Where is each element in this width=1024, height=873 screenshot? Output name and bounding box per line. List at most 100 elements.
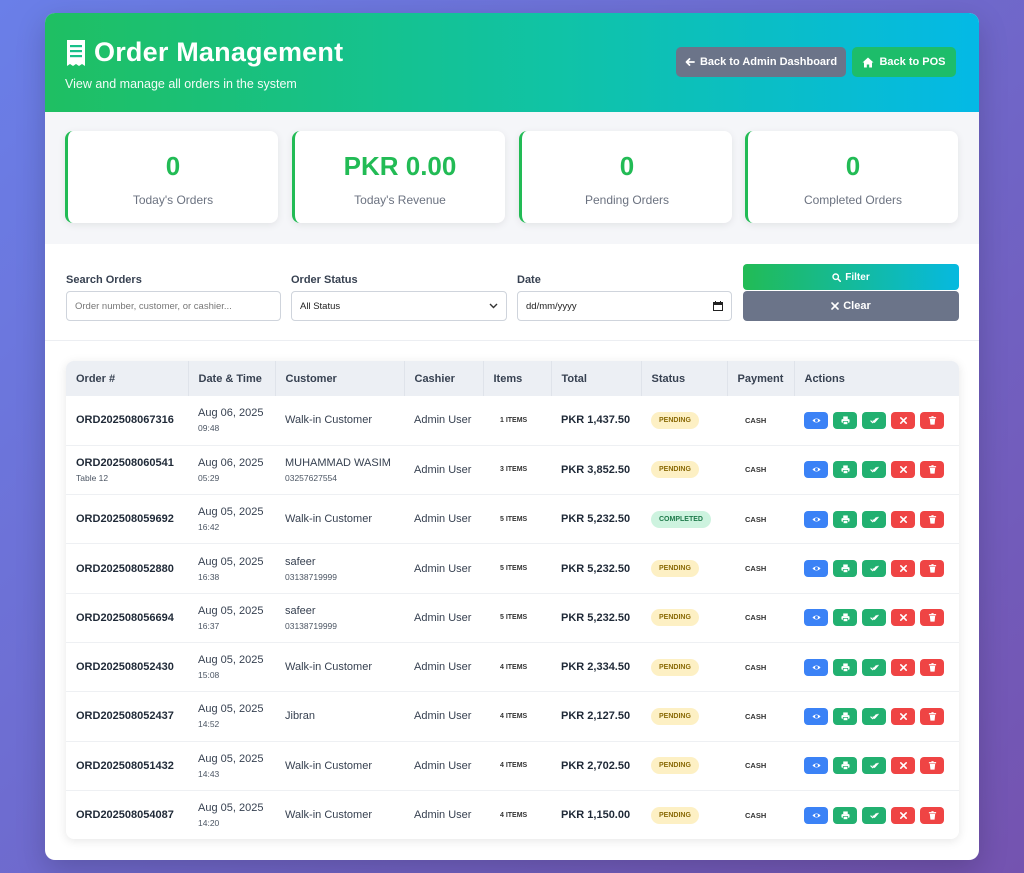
filter-button[interactable]: Filter bbox=[743, 264, 959, 290]
complete-order-button[interactable] bbox=[862, 658, 886, 676]
view-order-button[interactable] bbox=[804, 609, 828, 627]
print-order-button[interactable] bbox=[833, 806, 857, 824]
complete-order-button[interactable] bbox=[862, 707, 886, 725]
cancel-order-button[interactable] bbox=[891, 757, 915, 775]
complete-order-button[interactable] bbox=[862, 411, 886, 429]
delete-order-button[interactable] bbox=[920, 658, 944, 676]
actions-cell bbox=[794, 495, 959, 544]
delete-order-button[interactable] bbox=[920, 757, 944, 775]
delete-order-button[interactable] bbox=[920, 609, 944, 627]
status-badge: PENDING bbox=[651, 707, 699, 725]
print-order-button[interactable] bbox=[833, 560, 857, 578]
view-order-button[interactable] bbox=[804, 510, 828, 528]
cancel-order-button[interactable] bbox=[891, 806, 915, 824]
complete-order-button[interactable] bbox=[862, 757, 886, 775]
order-date: Aug 05, 2025 bbox=[198, 752, 264, 765]
column-header[interactable]: Order # bbox=[66, 361, 189, 396]
x-icon bbox=[831, 302, 840, 310]
column-header[interactable]: Status bbox=[641, 361, 728, 396]
stat-label: Today's Revenue bbox=[354, 193, 446, 207]
print-order-button[interactable] bbox=[833, 411, 857, 429]
view-order-button[interactable] bbox=[804, 806, 828, 824]
view-order-button[interactable] bbox=[804, 658, 828, 676]
order-total: PKR 2,334.50 bbox=[561, 661, 631, 674]
actions-cell bbox=[794, 593, 959, 642]
search-input[interactable]: Order number, customer, or cashier... bbox=[66, 291, 281, 321]
print-order-button[interactable] bbox=[833, 757, 857, 775]
order-time: 14:52 bbox=[198, 719, 220, 730]
order-date: Aug 05, 2025 bbox=[198, 654, 264, 667]
printer-icon bbox=[840, 663, 850, 672]
table-row: ORD202508052437 Aug 05, 2025 14:52 Jibran Ad… bbox=[66, 692, 959, 742]
cancel-order-button[interactable] bbox=[891, 510, 915, 528]
date-time-cell: Aug 05, 2025 15:08 bbox=[188, 642, 275, 691]
complete-order-button[interactable] bbox=[862, 806, 886, 824]
view-order-button[interactable] bbox=[804, 707, 828, 725]
table-row: ORD202508059692 Aug 05, 2025 16:42 Walk-in … bbox=[66, 495, 959, 544]
cancel-order-button[interactable] bbox=[891, 560, 915, 578]
calendar-icon[interactable] bbox=[713, 301, 723, 311]
x-icon bbox=[899, 663, 907, 671]
order-number: ORD202508052430 bbox=[76, 661, 174, 674]
actions-cell bbox=[794, 790, 959, 839]
delete-order-button[interactable] bbox=[920, 461, 944, 479]
status-label: Order Status bbox=[291, 274, 358, 286]
complete-order-button[interactable] bbox=[862, 461, 886, 479]
status-select[interactable]: All Status bbox=[291, 291, 507, 321]
customer-cell: MUHAMMAD WASIM 03257627554 bbox=[275, 445, 404, 494]
back-to-admin-dashboard-label: Back to Admin Dashboard bbox=[699, 56, 838, 68]
eye-icon bbox=[811, 813, 821, 818]
delete-order-button[interactable] bbox=[920, 560, 944, 578]
order-total: PKR 2,127.50 bbox=[561, 710, 631, 723]
view-order-button[interactable] bbox=[804, 461, 828, 479]
items-count: 1 ITEMS bbox=[500, 416, 528, 424]
print-order-button[interactable] bbox=[833, 658, 857, 676]
cancel-order-button[interactable] bbox=[891, 609, 915, 627]
stat-value: PKR 0.00 bbox=[343, 151, 457, 181]
delete-order-button[interactable] bbox=[920, 510, 944, 528]
eye-icon bbox=[811, 566, 821, 571]
print-order-button[interactable] bbox=[833, 510, 857, 528]
date-time-cell: Aug 05, 2025 14:52 bbox=[188, 692, 275, 741]
delete-order-button[interactable] bbox=[920, 707, 944, 725]
column-header[interactable]: Total bbox=[551, 361, 642, 396]
cancel-order-button[interactable] bbox=[891, 707, 915, 725]
back-to-pos-button[interactable]: Back to POS bbox=[852, 47, 956, 77]
back-to-admin-dashboard-button[interactable]: Back to Admin Dashboard bbox=[676, 47, 846, 77]
view-order-button[interactable] bbox=[804, 757, 828, 775]
trash-icon bbox=[928, 465, 936, 475]
eye-icon bbox=[811, 714, 821, 719]
view-order-button[interactable] bbox=[804, 411, 828, 429]
page-title: Order Management bbox=[94, 37, 344, 67]
delete-order-button[interactable] bbox=[920, 806, 944, 824]
cancel-order-button[interactable] bbox=[891, 461, 915, 479]
order-number: ORD202508052880 bbox=[76, 562, 174, 575]
order-time: 14:20 bbox=[198, 818, 220, 829]
items-count: 5 ITEMS bbox=[500, 565, 528, 573]
date-time-cell: Aug 05, 2025 14:43 bbox=[188, 741, 275, 790]
complete-order-button[interactable] bbox=[862, 609, 886, 627]
cancel-order-button[interactable] bbox=[891, 411, 915, 429]
column-header[interactable]: Payment bbox=[727, 361, 795, 396]
payment-method: CASH bbox=[745, 711, 767, 721]
print-order-button[interactable] bbox=[833, 461, 857, 479]
view-order-button[interactable] bbox=[804, 560, 828, 578]
printer-icon bbox=[840, 416, 850, 425]
delete-order-button[interactable] bbox=[920, 411, 944, 429]
complete-order-button[interactable] bbox=[862, 510, 886, 528]
column-header[interactable]: Date & Time bbox=[188, 361, 276, 396]
print-order-button[interactable] bbox=[833, 707, 857, 725]
cancel-order-button[interactable] bbox=[891, 658, 915, 676]
printer-icon bbox=[840, 564, 850, 573]
order-number: ORD202508056694 bbox=[76, 611, 174, 624]
check-double-icon bbox=[869, 664, 879, 670]
clear-button[interactable]: Clear bbox=[743, 291, 959, 321]
date-input[interactable]: dd/mm/yyyy bbox=[517, 291, 732, 321]
print-order-button[interactable] bbox=[833, 609, 857, 627]
order-number-cell: ORD202508052430 bbox=[66, 642, 188, 691]
column-header[interactable]: Customer bbox=[275, 361, 405, 396]
column-header[interactable]: Cashier bbox=[404, 361, 484, 396]
complete-order-button[interactable] bbox=[862, 560, 886, 578]
title-row: Order Management bbox=[65, 37, 343, 68]
column-header[interactable]: Items bbox=[483, 361, 552, 396]
